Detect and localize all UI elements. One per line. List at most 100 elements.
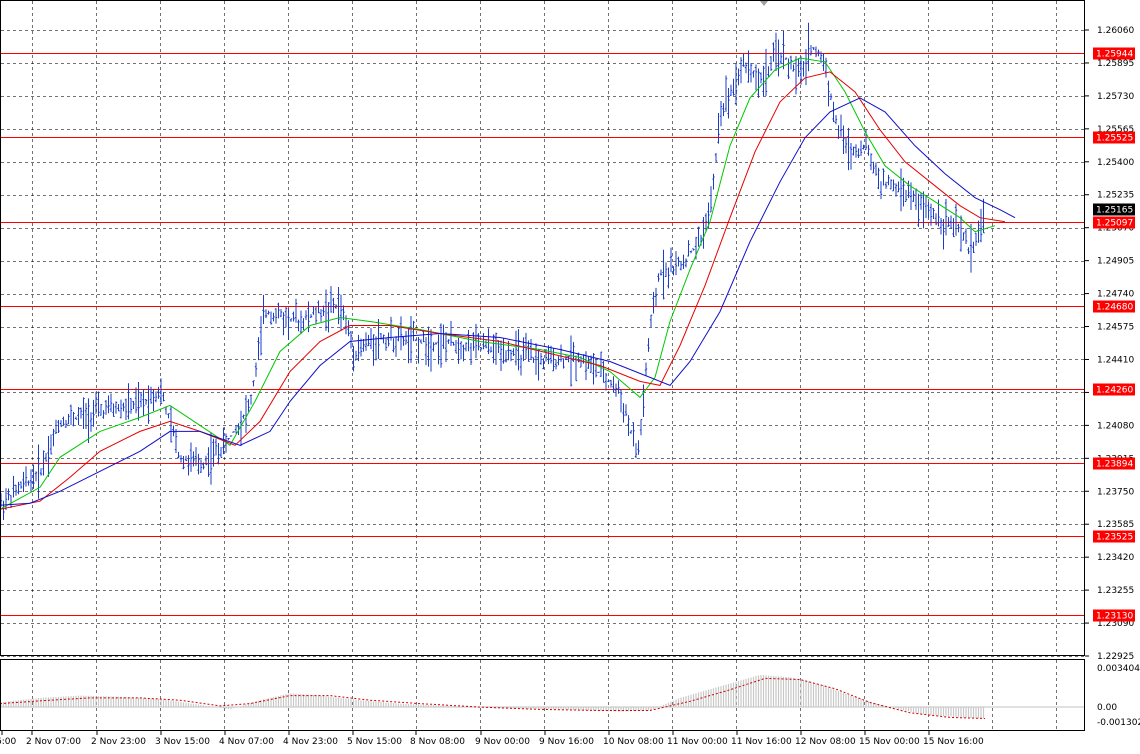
price-bar: [392, 338, 395, 353]
price-bar: [924, 195, 928, 219]
price-bar: [532, 357, 535, 364]
price-bar: [139, 392, 143, 408]
horizontal-levels: [1, 53, 1084, 616]
price-bar: [234, 425, 238, 434]
price-bar: [659, 269, 663, 276]
price-bar: [47, 436, 50, 477]
price-bar: [839, 114, 843, 137]
time-tick-label: 11 Nov 16:00: [731, 737, 792, 747]
price-chart[interactable]: 1.260601.258951.257301.255651.254001.252…: [0, 0, 1140, 754]
price-tick-label: 1.24905: [1097, 257, 1134, 267]
price-bar: [44, 453, 48, 462]
price-bar: [319, 309, 323, 322]
price-bar: [487, 328, 490, 355]
price-bar: [514, 330, 518, 366]
price-bar: [19, 481, 23, 489]
oscillator-tick-label: 0.00: [1097, 703, 1117, 713]
price-bar: [952, 218, 955, 238]
price-bar: [54, 419, 58, 434]
price-bar: [837, 125, 840, 139]
price-bar: [777, 39, 780, 77]
oscillator-panel: [0, 675, 1084, 719]
price-bar: [899, 168, 903, 212]
price-bar: [672, 266, 675, 276]
chart-grid: [1, 1, 1084, 730]
price-bar: [647, 338, 650, 352]
price-bar: [539, 352, 543, 365]
price-bar: [124, 398, 128, 420]
price-bar: [752, 70, 755, 78]
price-bar: [944, 198, 948, 236]
price-bar: [927, 202, 930, 219]
price-bar: [74, 416, 78, 420]
price-bar: [977, 220, 980, 243]
time-tick-label: 8 Nov 08:00: [410, 737, 465, 747]
price-bar: [687, 240, 690, 257]
price-bar: [547, 345, 550, 365]
price-bar: [217, 442, 220, 465]
price-bar: [562, 358, 565, 369]
price-bar: [227, 437, 230, 440]
price-bar: [794, 56, 798, 95]
price-bar: [384, 337, 388, 351]
price-bar: [614, 383, 618, 397]
price-bar: [657, 273, 660, 282]
price-bar: [14, 484, 18, 496]
price-bar: [99, 404, 103, 416]
price-bar: [107, 395, 110, 414]
price-bar: [917, 193, 920, 227]
price-bar: [674, 251, 678, 276]
price-bar: [207, 447, 210, 477]
price-bar: [879, 181, 883, 200]
price-bar: [429, 329, 433, 372]
price-tick-label: 1.26060: [1097, 26, 1134, 36]
price-bar: [332, 297, 335, 314]
price-bar: [757, 68, 760, 98]
price-bar: [469, 342, 473, 366]
price-bar: [119, 399, 123, 419]
price-tick-label: 1.25235: [1097, 191, 1134, 201]
price-bar: [497, 340, 500, 353]
price-bar: [412, 320, 415, 342]
price-bar: [607, 380, 610, 383]
level-price-label: 1.23894: [1096, 460, 1133, 470]
price-bar: [849, 143, 853, 170]
price-bar: [269, 311, 273, 325]
price-bar: [962, 232, 965, 241]
price-bar: [717, 112, 720, 144]
price-bar: [422, 330, 425, 343]
price-bar: [24, 466, 28, 487]
price-bar: [832, 101, 835, 122]
price-bar: [854, 144, 858, 158]
price-bar: [127, 383, 130, 420]
price-bar: [844, 136, 848, 154]
time-tick-label: 4 Nov 07:00: [219, 737, 274, 747]
price-bar: [17, 481, 20, 495]
price-bar: [114, 401, 118, 414]
moving-average-line: [0, 97, 1016, 506]
moving-average-line: [0, 57, 996, 510]
moving-averages: [0, 57, 1016, 510]
price-bar: [709, 186, 713, 213]
price-bar: [322, 305, 325, 316]
price-bar: [214, 438, 218, 456]
price-bar: [117, 404, 120, 412]
price-tick-label: 1.24080: [1097, 421, 1134, 431]
price-bar: [517, 329, 520, 371]
price-bar: [679, 261, 683, 271]
price-bar: [637, 440, 640, 455]
price-bar: [57, 420, 60, 433]
price-bar: [684, 258, 688, 268]
price-bar: [887, 174, 890, 186]
chart-shift-marker-icon[interactable]: [760, 1, 768, 6]
price-bar: [72, 411, 75, 427]
price-bar: [482, 333, 485, 350]
price-bar: [682, 254, 685, 270]
price-bar: [329, 286, 333, 313]
price-bar: [144, 399, 148, 405]
price-bar: [492, 334, 495, 364]
price-bar: [609, 379, 613, 388]
price-bar: [814, 46, 818, 58]
time-tick-label: 12 Nov 08:00: [795, 737, 856, 747]
time-tick-label: 15 Nov 16:00: [923, 737, 984, 747]
